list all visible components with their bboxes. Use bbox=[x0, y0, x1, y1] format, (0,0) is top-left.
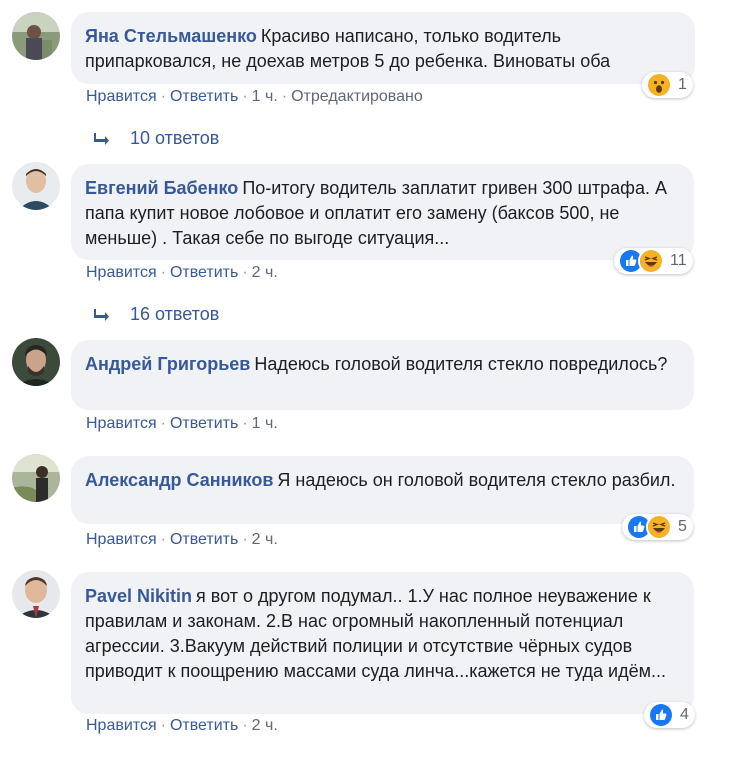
like-reaction-icon bbox=[648, 702, 674, 728]
separator: · bbox=[160, 88, 166, 105]
separator: · bbox=[242, 264, 248, 281]
wow-reaction-icon bbox=[646, 72, 672, 98]
comment-bubble: Евгений Бабенко По-итогу водитель заплати… bbox=[71, 164, 694, 260]
reply-link[interactable]: Ответить bbox=[170, 415, 238, 432]
separator: · bbox=[242, 717, 248, 734]
comment-actions: Нравится · Ответить · 1 ч. · Отредактировано bbox=[86, 88, 423, 106]
reaction-summary[interactable]: 11 bbox=[614, 248, 693, 274]
comment-time[interactable]: 1 ч. bbox=[252, 88, 278, 105]
replies-count[interactable]: 16 ответов bbox=[130, 304, 219, 325]
like-link[interactable]: Нравится bbox=[86, 717, 157, 734]
haha-reaction-icon bbox=[646, 514, 672, 540]
comment-time[interactable]: 2 ч. bbox=[252, 264, 278, 281]
comment-author[interactable]: Александр Санников bbox=[85, 470, 273, 490]
haha-reaction-icon bbox=[638, 248, 664, 274]
comment-actions: Нравится · Ответить · 2 ч. bbox=[86, 264, 278, 282]
separator: · bbox=[160, 717, 166, 734]
avatar[interactable] bbox=[12, 338, 60, 386]
edited-label[interactable]: Отредактировано bbox=[291, 88, 423, 105]
reaction-summary[interactable]: 1 bbox=[642, 72, 693, 98]
like-link[interactable]: Нравится bbox=[86, 264, 157, 281]
comment-text: Я надеюсь он головой водителя стекло раз… bbox=[277, 470, 676, 490]
reply-link[interactable]: Ответить bbox=[170, 88, 238, 105]
comment-author[interactable]: Андрей Григорьев bbox=[85, 354, 250, 374]
comment-bubble: Андрей Григорьев Надеюсь головой водителя… bbox=[71, 340, 694, 410]
reply-link[interactable]: Ответить bbox=[170, 264, 238, 281]
comment-actions: Нравится · Ответить · 1 ч. bbox=[86, 415, 278, 433]
like-link[interactable]: Нравится bbox=[86, 415, 157, 432]
avatar[interactable] bbox=[12, 12, 60, 60]
comment-bubble: Александр Санников Я надеюсь он головой в… bbox=[71, 456, 694, 524]
reaction-count: 4 bbox=[680, 706, 689, 723]
comment-text: Надеюсь головой водителя стекло повредил… bbox=[254, 354, 668, 374]
comment-time[interactable]: 2 ч. bbox=[252, 531, 278, 548]
reply-link[interactable]: Ответить bbox=[170, 531, 238, 548]
avatar[interactable] bbox=[12, 570, 60, 618]
reply-link[interactable]: Ответить bbox=[170, 717, 238, 734]
comment-author[interactable]: Яна Стельмашенко bbox=[85, 26, 257, 46]
reaction-summary[interactable]: 4 bbox=[644, 702, 695, 728]
comment-time[interactable]: 1 ч. bbox=[252, 415, 278, 432]
comment-author[interactable]: Евгений Бабенко bbox=[85, 178, 238, 198]
comment-time[interactable]: 2 ч. bbox=[252, 717, 278, 734]
reaction-summary[interactable]: 5 bbox=[622, 514, 693, 540]
avatar[interactable] bbox=[12, 454, 60, 502]
avatar[interactable] bbox=[12, 162, 60, 210]
reply-arrow-icon bbox=[94, 308, 109, 321]
separator: · bbox=[160, 415, 166, 432]
comment-actions: Нравится · Ответить · 2 ч. bbox=[86, 717, 278, 735]
separator: · bbox=[242, 415, 248, 432]
like-link[interactable]: Нравится bbox=[86, 88, 157, 105]
separator: · bbox=[281, 88, 288, 105]
separator: · bbox=[160, 531, 166, 548]
reaction-count: 1 bbox=[678, 76, 687, 93]
view-replies-link[interactable]: 10 ответов bbox=[94, 128, 219, 149]
comment-actions: Нравится · Ответить · 2 ч. bbox=[86, 531, 278, 549]
separator: · bbox=[242, 531, 248, 548]
separator: · bbox=[242, 88, 248, 105]
separator: · bbox=[160, 264, 166, 281]
comment-author[interactable]: Pavel Nikitin bbox=[85, 586, 192, 606]
view-replies-link[interactable]: 16 ответов bbox=[94, 304, 219, 325]
replies-count[interactable]: 10 ответов bbox=[130, 128, 219, 149]
comment-bubble: Яна Стельмашенко Красиво написано, только… bbox=[71, 12, 695, 84]
like-link[interactable]: Нравится bbox=[86, 531, 157, 548]
comment-bubble: Pavel Nikitin я вот о другом подумал.. 1.… bbox=[71, 572, 694, 714]
reaction-count: 5 bbox=[678, 518, 687, 535]
reaction-count: 11 bbox=[670, 252, 687, 269]
reply-arrow-icon bbox=[94, 132, 109, 145]
